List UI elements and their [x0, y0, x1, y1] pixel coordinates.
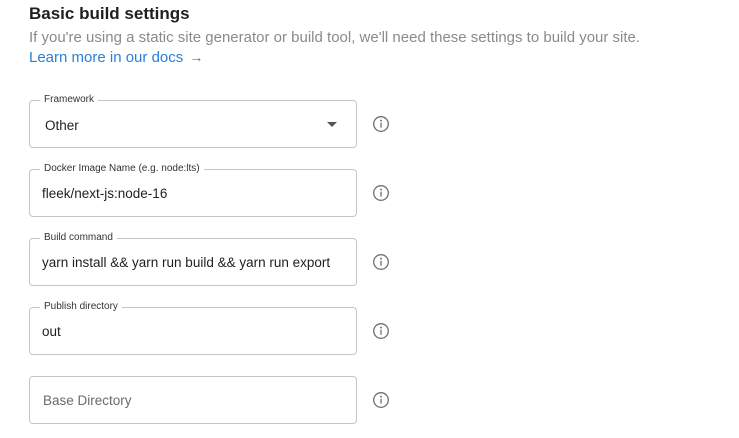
info-circle-icon[interactable] — [372, 184, 390, 202]
section-title: Basic build settings — [29, 4, 190, 23]
arrow-right-icon: → — [189, 49, 204, 65]
caret-down-icon[interactable] — [327, 122, 337, 127]
base-directory-field[interactable]: Base Directory — [29, 376, 357, 424]
section-description: If you're using a static site generator … — [29, 29, 641, 46]
framework-label: Framework — [40, 93, 99, 107]
docker-image-field[interactable]: Docker Image Name (e.g. node:lts) fleek/… — [29, 162, 357, 217]
docker-image-value[interactable]: fleek/next-js:node-16 — [42, 185, 344, 203]
build-command-value[interactable]: yarn install && yarn run build && yarn r… — [42, 254, 344, 272]
info-circle-icon[interactable] — [372, 322, 390, 340]
publish-directory-field[interactable]: Publish directory out — [29, 300, 357, 355]
framework-value: Other — [45, 118, 79, 133]
info-circle-icon[interactable] — [372, 391, 390, 409]
framework-select[interactable]: Framework Other — [29, 93, 357, 148]
publish-directory-value[interactable]: out — [42, 323, 344, 341]
docs-link-label: Learn more in our docs — [29, 49, 184, 66]
build-command-label: Build command — [40, 231, 117, 245]
base-directory-placeholder[interactable]: Base Directory — [43, 392, 132, 410]
learn-more-docs-link[interactable]: Learn more in our docs → — [29, 49, 203, 66]
info-circle-icon[interactable] — [372, 253, 390, 271]
publish-directory-label: Publish directory — [40, 300, 122, 314]
docker-image-label: Docker Image Name (e.g. node:lts) — [40, 162, 204, 176]
build-command-field[interactable]: Build command yarn install && yarn run b… — [29, 231, 357, 286]
info-circle-icon[interactable] — [372, 115, 390, 133]
